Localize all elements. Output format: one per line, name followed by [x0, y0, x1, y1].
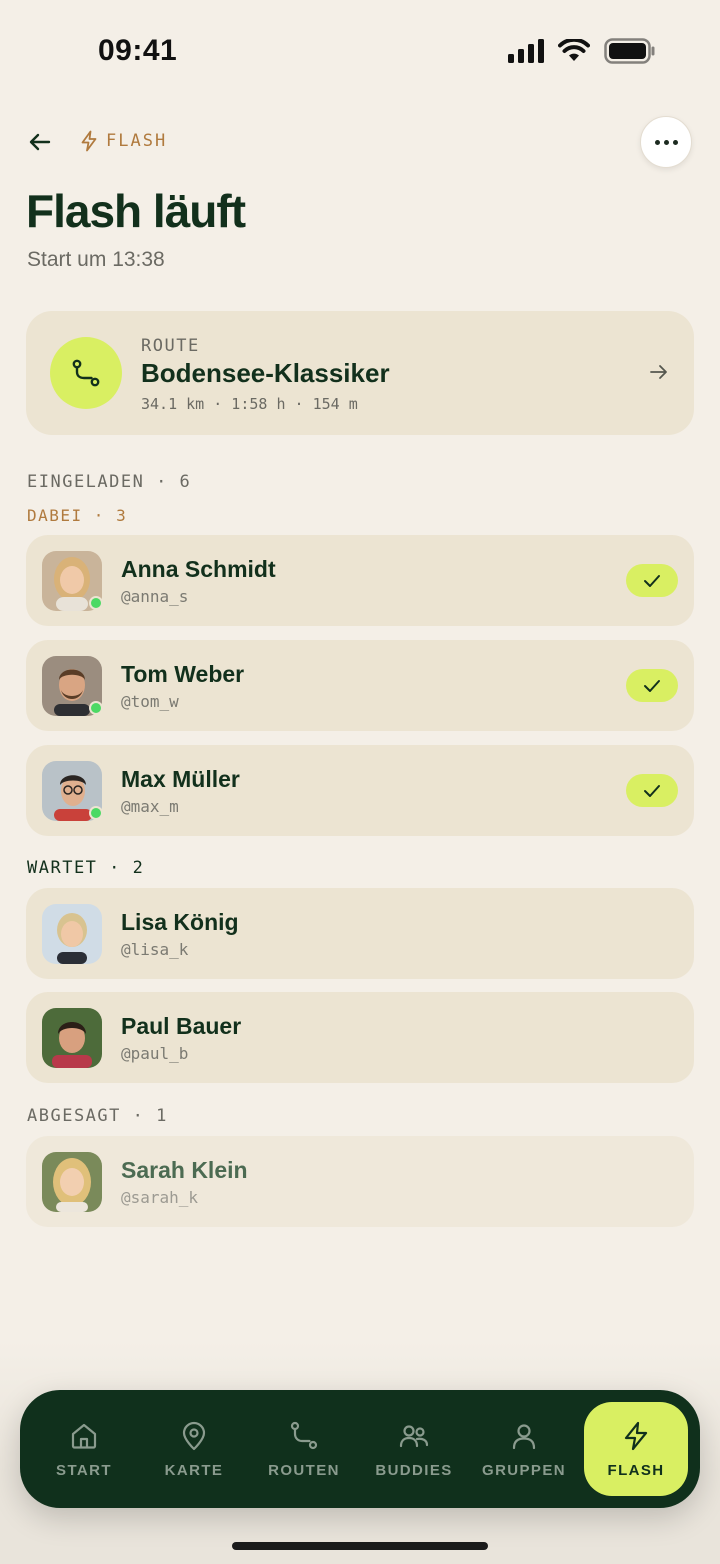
map-pin-icon — [182, 1421, 206, 1451]
more-dot — [663, 139, 669, 145]
avatar — [42, 904, 102, 964]
person-icon — [512, 1424, 536, 1450]
page-title: Flash läuft — [26, 185, 246, 237]
participant-row[interactable]: Paul Bauer @paul_b — [26, 992, 694, 1083]
participant-row[interactable]: Lisa König @lisa_k — [26, 888, 694, 979]
avatar — [42, 1152, 102, 1212]
participant-name: Lisa König — [121, 909, 239, 935]
participant-row[interactable]: Tom Weber @tom_w — [26, 640, 694, 731]
arrow-right-icon — [650, 365, 667, 379]
participant-handle: @max_m — [121, 797, 179, 816]
nav-label: START — [56, 1462, 112, 1479]
waiting-section-label: WARTET · 2 — [27, 858, 145, 878]
invited-count-label: EINGELADEN · 6 — [27, 472, 192, 492]
nav-label: BUDDIES — [375, 1462, 453, 1479]
nav-label: ROUTEN — [268, 1462, 340, 1479]
participant-name: Max Müller — [121, 766, 240, 792]
participant-row[interactable]: Sarah Klein @sarah_k — [26, 1136, 694, 1227]
lightning-icon — [81, 130, 97, 152]
home-icon — [71, 1423, 97, 1449]
battery-icon — [604, 38, 655, 64]
nav-label: KARTE — [164, 1462, 224, 1479]
route-name: Bodensee-Klassiker — [141, 358, 390, 388]
participant-name: Anna Schmidt — [121, 556, 276, 582]
nav-label: GRUPPEN — [482, 1462, 566, 1479]
nav-item-routen[interactable]: ROUTEN — [252, 1402, 356, 1496]
route-card[interactable]: ROUTE Bodensee-Klassiker 34.1 km · 1:58 … — [26, 311, 694, 435]
confirmed-badge — [626, 774, 678, 807]
participant-name: Paul Bauer — [121, 1013, 242, 1039]
flash-tag: FLASH — [80, 130, 167, 152]
declined-section-label: ABGESAGT · 1 — [27, 1106, 168, 1126]
participant-handle: @paul_b — [121, 1044, 189, 1063]
joined-section-label: DABEI · 3 — [27, 506, 128, 525]
participant-name: Tom Weber — [121, 661, 245, 687]
more-dot — [654, 139, 660, 145]
bottom-navigation: START KARTE ROUTEN BUDDIES GRUPPEN FLASH — [20, 1390, 700, 1508]
checkmark-icon — [644, 574, 660, 587]
participant-handle: @anna_s — [121, 587, 189, 606]
buddies-icon — [399, 1425, 429, 1448]
route-meta: 34.1 km · 1:58 h · 154 m — [141, 395, 358, 413]
flash-tag-label: FLASH — [106, 131, 168, 151]
online-indicator — [89, 596, 103, 610]
home-indicator — [232, 1542, 488, 1550]
nav-item-buddies[interactable]: BUDDIES — [362, 1402, 466, 1496]
participant-handle: @sarah_k — [121, 1188, 199, 1207]
checkmark-icon — [644, 784, 660, 797]
arrow-left-icon — [29, 133, 51, 151]
participant-row[interactable]: Max Müller @max_m — [26, 745, 694, 836]
cellular-signal-icon — [508, 39, 544, 63]
back-button[interactable] — [24, 126, 56, 158]
confirmed-badge — [626, 669, 678, 702]
wifi-icon — [558, 39, 590, 61]
participant-handle: @lisa_k — [121, 940, 189, 959]
nav-item-flash[interactable]: FLASH — [584, 1402, 688, 1496]
page-subtitle: Start um 13:38 — [27, 248, 165, 271]
route-badge — [50, 337, 122, 409]
participant-row[interactable]: Anna Schmidt @anna_s — [26, 535, 694, 626]
more-dot — [672, 139, 678, 145]
nav-item-karte[interactable]: KARTE — [142, 1402, 246, 1496]
route-icon — [290, 1421, 318, 1450]
confirmed-badge — [626, 564, 678, 597]
online-indicator — [89, 701, 103, 715]
nav-item-gruppen[interactable]: GRUPPEN — [472, 1402, 576, 1496]
route-label: ROUTE — [141, 336, 200, 356]
participant-handle: @tom_w — [121, 692, 179, 711]
status-time: 09:41 — [98, 34, 178, 67]
avatar — [42, 1008, 102, 1068]
route-icon — [72, 359, 100, 387]
checkmark-icon — [644, 679, 660, 692]
participant-name: Sarah Klein — [121, 1157, 248, 1183]
status-bar: 09:41 — [0, 0, 720, 100]
nav-item-start[interactable]: START — [32, 1402, 136, 1496]
online-indicator — [89, 806, 103, 820]
flash-icon — [624, 1421, 648, 1451]
status-icons — [508, 38, 656, 64]
nav-label: FLASH — [607, 1462, 665, 1479]
more-options-button[interactable] — [640, 116, 692, 168]
